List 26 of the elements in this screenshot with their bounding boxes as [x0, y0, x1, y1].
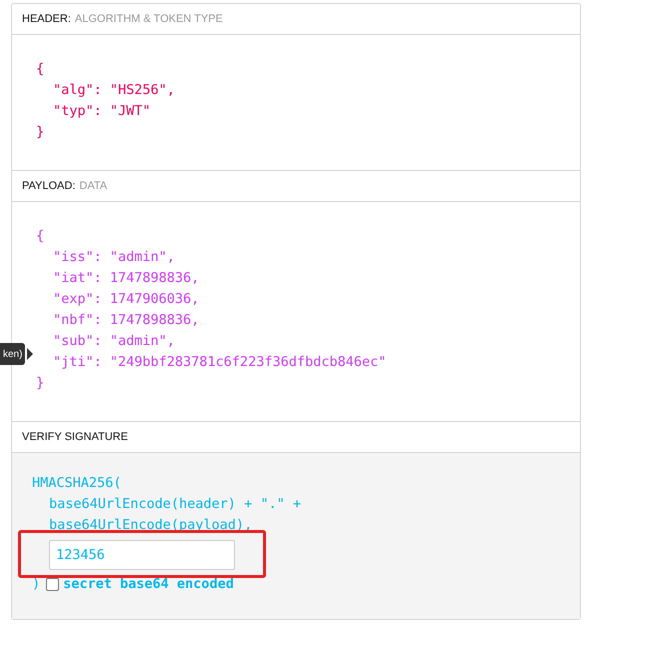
code-line: base64UrlEncode(payload),: [49, 516, 252, 535]
code-line: HMACSHA256(: [32, 474, 122, 493]
tooltip: ken): [0, 343, 26, 365]
secret-input-field[interactable]: 123456: [49, 540, 235, 570]
section-title: HEADER:: [22, 12, 71, 27]
code-line: {: [36, 60, 44, 79]
code-line: {: [36, 227, 44, 246]
checkbox[interactable]: [46, 578, 60, 591]
code-line: "typ": "JWT": [53, 102, 151, 121]
code-line: "sub": "admin",: [53, 332, 175, 351]
section-subtitle: ALGORITHM & TOKEN TYPE: [74, 12, 223, 27]
code-line: "nbf": 1747898836,: [53, 311, 200, 330]
tooltip-arrow-icon: [27, 348, 33, 360]
code-line: ): [32, 575, 40, 594]
section-subtitle: DATA: [79, 178, 108, 194]
code-line: "alg": "HS256",: [53, 81, 175, 100]
code-line: "exp": 1747906036,: [53, 290, 200, 309]
section-title: VERIFY SIGNATURE: [22, 430, 128, 445]
code-line: "jti": "249bbf283781c6f223f36dfbdcb846ec": [53, 353, 386, 372]
code-line: }: [36, 123, 44, 142]
code-line: }: [36, 374, 44, 393]
checkbox-label[interactable]: secret base64 encoded: [63, 574, 234, 595]
code-line: "iss": "admin",: [53, 248, 175, 267]
section-title: PAYLOAD:: [22, 178, 76, 194]
code-line: base64UrlEncode(header) + "." +: [49, 495, 301, 514]
code-line: "iat": 1747898836,: [53, 269, 200, 288]
